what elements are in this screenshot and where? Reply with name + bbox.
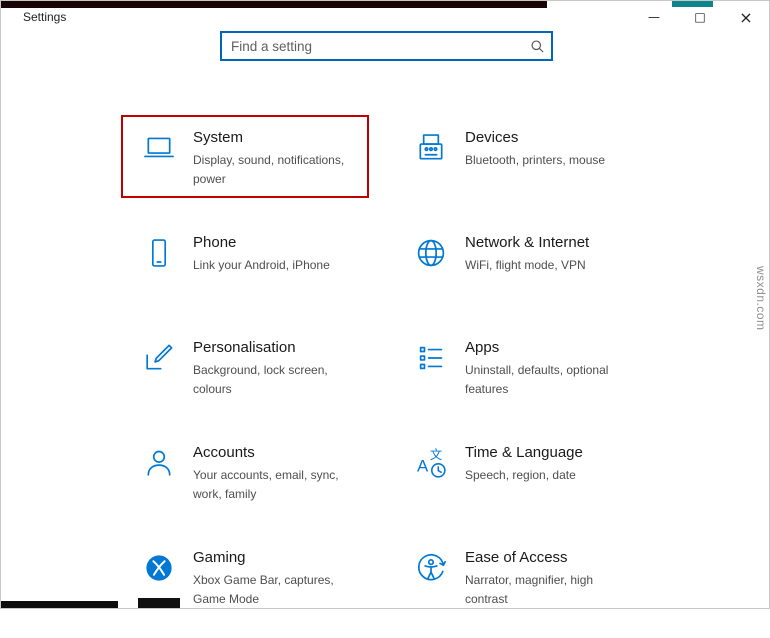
category-title: Personalisation	[193, 339, 365, 356]
accounts-icon	[141, 445, 179, 533]
category-title: Ease of Access	[465, 549, 637, 566]
category-description: Speech, region, date	[465, 466, 583, 485]
category-phone[interactable]: Phone Link your Android, iPhone	[123, 218, 395, 323]
category-title: Time & Language	[465, 444, 583, 461]
category-description: Your accounts, email, sync, work, family	[193, 466, 365, 503]
categories-grid: System Display, sound, notifications, po…	[123, 113, 667, 638]
minimize-button[interactable]: —	[631, 1, 677, 33]
category-description: Display, sound, notifications, power	[193, 151, 365, 188]
gaming-icon	[141, 550, 179, 638]
category-title: Devices	[465, 129, 605, 146]
search-input[interactable]	[222, 33, 523, 59]
category-title: Apps	[465, 339, 637, 356]
search-box[interactable]	[220, 31, 553, 61]
category-title: System	[193, 129, 365, 146]
svg-text:A: A	[417, 456, 429, 475]
phone-icon	[141, 235, 179, 323]
category-description: Bluetooth, printers, mouse	[465, 151, 605, 170]
category-network[interactable]: Network & Internet WiFi, flight mode, VP…	[395, 218, 667, 323]
svg-text:文: 文	[430, 447, 442, 462]
devices-icon	[413, 130, 451, 218]
category-ease-of-access[interactable]: Ease of Access Narrator, magnifier, high…	[395, 533, 667, 638]
artifact-bottom-mark	[138, 598, 180, 608]
close-button[interactable]: ×	[723, 1, 769, 33]
settings-window: Settings — □ × System Display, sound, no…	[0, 0, 770, 609]
category-title: Gaming	[193, 549, 365, 566]
category-description: Link your Android, iPhone	[193, 256, 330, 275]
search-icon	[523, 39, 551, 54]
apps-icon	[413, 340, 451, 428]
category-description: Xbox Game Bar, captures, Game Mode	[193, 571, 365, 608]
watermark: wsxdn.com	[754, 266, 768, 331]
artifact-teal-bar	[672, 1, 713, 7]
artifact-top-bar	[1, 1, 547, 8]
personalisation-icon	[141, 340, 179, 428]
category-gaming[interactable]: Gaming Xbox Game Bar, captures, Game Mod…	[123, 533, 395, 638]
category-title: Accounts	[193, 444, 365, 461]
category-time-language[interactable]: A 文 Time & Language Speech, region, date	[395, 428, 667, 533]
category-accounts[interactable]: Accounts Your accounts, email, sync, wor…	[123, 428, 395, 533]
category-title: Phone	[193, 234, 330, 251]
window-title: Settings	[1, 10, 66, 24]
network-internet-icon	[413, 235, 451, 323]
category-devices[interactable]: Devices Bluetooth, printers, mouse	[395, 113, 667, 218]
category-description: Background, lock screen, colours	[193, 361, 365, 398]
category-system[interactable]: System Display, sound, notifications, po…	[123, 113, 395, 218]
ease-of-access-icon	[413, 550, 451, 638]
category-description: Uninstall, defaults, optional features	[465, 361, 637, 398]
category-description: Narrator, magnifier, high contrast	[465, 571, 637, 608]
system-icon	[141, 130, 179, 218]
time-language-icon: A 文	[413, 445, 451, 533]
category-personalisation[interactable]: Personalisation Background, lock screen,…	[123, 323, 395, 428]
category-title: Network & Internet	[465, 234, 589, 251]
artifact-bottom-left	[1, 601, 118, 608]
category-description: WiFi, flight mode, VPN	[465, 256, 589, 275]
category-apps[interactable]: Apps Uninstall, defaults, optional featu…	[395, 323, 667, 428]
